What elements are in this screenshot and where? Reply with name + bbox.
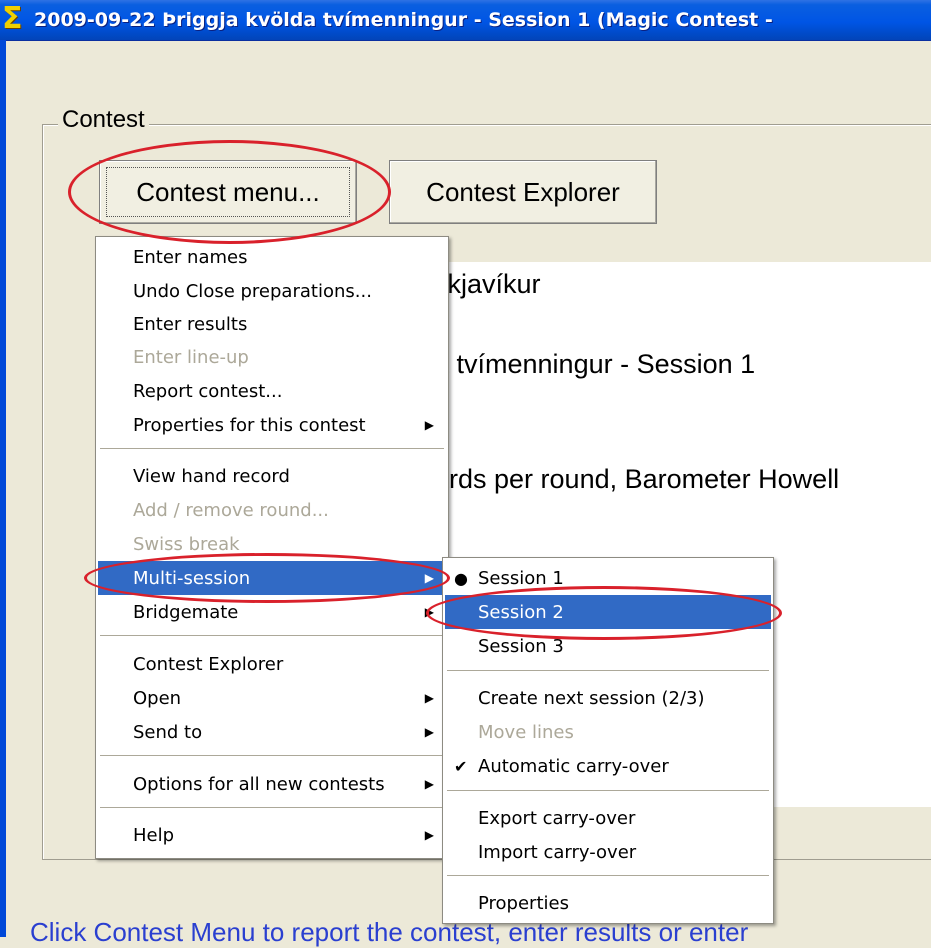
contest-group-label: Contest <box>58 106 149 134</box>
menu-item-open[interactable]: Open ▶ <box>98 681 446 715</box>
submenu-item-move-lines: Move lines <box>445 715 771 749</box>
menu-item-label: Help <box>133 824 175 846</box>
menu-item-undo-close-preparations[interactable]: Undo Close preparations... <box>98 274 446 308</box>
menu-item-label: Move lines <box>478 721 574 743</box>
menu-item-enter-results[interactable]: Enter results <box>98 307 446 341</box>
submenu-arrow-icon: ▶ <box>424 691 434 705</box>
menu-item-label: Open <box>133 687 182 709</box>
info-line-location: ykjavíkur <box>434 269 541 299</box>
contest-menu-dropdown: Enter names Undo Close preparations... E… <box>95 236 449 859</box>
menu-item-bridgemate[interactable]: Bridgemate ▶ <box>98 595 446 629</box>
menu-item-view-hand-record[interactable]: View hand record <box>98 459 446 493</box>
window-title: 2009-09-22 Þriggja kvölda tvímenningur -… <box>34 9 773 31</box>
menu-separator <box>100 755 444 756</box>
menu-item-label: Options for all new contests <box>133 773 385 795</box>
menu-item-label: Undo Close preparations... <box>133 280 372 302</box>
menu-item-label: Report contest... <box>133 380 283 402</box>
menu-item-label: Create next session (2/3) <box>478 687 705 709</box>
menu-item-add-remove-round: Add / remove round... <box>98 493 446 527</box>
menu-item-label: Automatic carry-over <box>478 755 669 777</box>
menu-separator <box>447 670 769 671</box>
menu-item-help[interactable]: Help ▶ <box>98 818 446 852</box>
submenu-item-session-1[interactable]: ● Session 1 <box>445 561 771 595</box>
menu-item-label: Swiss break <box>133 533 240 555</box>
info-line-movement: ards per round, Barometer Howell <box>434 464 840 494</box>
menu-item-label: Contest Explorer <box>133 653 284 675</box>
menu-item-properties-for-this-contest[interactable]: Properties for this contest ▶ <box>98 408 446 442</box>
menu-item-label: Enter results <box>133 313 248 335</box>
menu-separator <box>447 875 769 876</box>
menu-item-label: Session 3 <box>478 635 564 657</box>
submenu-arrow-icon: ▶ <box>424 725 434 739</box>
submenu-item-properties[interactable]: Properties <box>445 886 771 920</box>
menu-separator <box>100 807 444 808</box>
menu-item-label: Add / remove round... <box>133 499 329 521</box>
contest-explorer-button-label: Contest Explorer <box>426 176 620 207</box>
window-frame-left <box>0 40 6 937</box>
menu-item-enter-line-up: Enter line-up <box>98 340 446 374</box>
menu-item-label: Export carry-over <box>478 807 636 829</box>
submenu-item-import-carry-over[interactable]: Import carry-over <box>445 835 771 869</box>
contest-menu-button-label: Contest menu... <box>136 176 320 207</box>
menu-item-label: Bridgemate <box>133 601 239 623</box>
menu-item-label: Send to <box>133 721 203 743</box>
submenu-arrow-icon: ▶ <box>424 605 434 619</box>
menu-item-swiss-break: Swiss break <box>98 527 446 561</box>
menu-item-send-to[interactable]: Send to ▶ <box>98 715 446 749</box>
menu-separator <box>447 790 769 791</box>
submenu-arrow-icon: ▶ <box>424 828 434 842</box>
menu-item-label: Properties for this contest <box>133 414 366 436</box>
submenu-arrow-icon: ▶ <box>424 418 434 432</box>
menu-item-multi-session[interactable]: Multi-session ▶ <box>98 561 446 595</box>
menu-item-label: Import carry-over <box>478 841 637 863</box>
submenu-item-create-next-session[interactable]: Create next session (2/3) <box>445 681 771 715</box>
info-line-contest-name: a tvímenningur - Session 1 <box>434 349 756 379</box>
menu-item-label: Enter line-up <box>133 346 249 368</box>
menu-item-contest-explorer[interactable]: Contest Explorer <box>98 647 446 681</box>
menu-item-enter-names[interactable]: Enter names <box>98 240 446 274</box>
menu-separator <box>100 635 444 636</box>
bullet-icon: ● <box>454 568 468 588</box>
menu-item-label: Session 2 <box>478 601 564 623</box>
menu-item-label: Session 1 <box>478 567 564 589</box>
contest-explorer-button[interactable]: Contest Explorer <box>389 160 657 224</box>
menu-item-options-for-all-new-contests[interactable]: Options for all new contests ▶ <box>98 767 446 801</box>
sigma-icon[interactable]: Σ <box>2 4 23 34</box>
submenu-item-session-2[interactable]: Session 2 <box>445 595 771 629</box>
menu-separator <box>100 448 444 449</box>
menu-item-label: Enter names <box>133 246 248 268</box>
contest-menu-button[interactable]: Contest menu... <box>99 160 357 224</box>
menu-item-label: Properties <box>478 892 569 914</box>
multi-session-submenu: ● Session 1 Session 2 Session 3 Create ne… <box>442 557 774 924</box>
submenu-item-automatic-carry-over[interactable]: ✔ Automatic carry-over <box>445 749 771 783</box>
title-bar[interactable]: Σ 2009-09-22 Þriggja kvölda tvímenningur… <box>0 0 931 41</box>
checkmark-icon: ✔ <box>454 756 468 776</box>
menu-item-label: Multi-session <box>133 567 251 589</box>
submenu-item-session-3[interactable]: Session 3 <box>445 629 771 663</box>
menu-item-report-contest[interactable]: Report contest... <box>98 374 446 408</box>
submenu-arrow-icon: ▶ <box>424 777 434 791</box>
menu-item-label: View hand record <box>133 465 290 487</box>
submenu-arrow-icon: ▶ <box>424 571 434 585</box>
submenu-item-export-carry-over[interactable]: Export carry-over <box>445 801 771 835</box>
